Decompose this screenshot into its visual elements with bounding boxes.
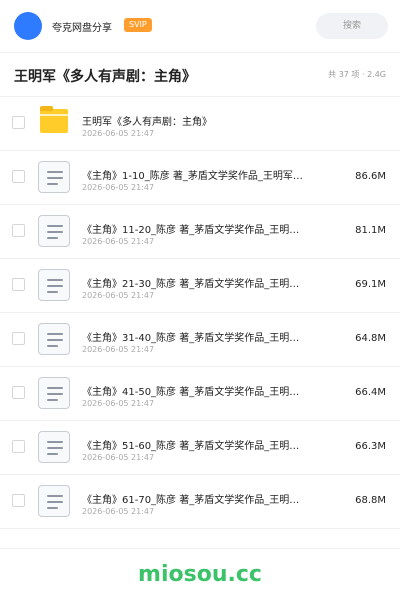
watermark: miosou.cc [138,562,262,587]
top-bar: 夸克网盘分享 SVIP 搜索 [0,0,400,52]
file-name[interactable]: 《主角》51-60_陈彦 著_茅盾文学奖作品_王明… [82,437,328,452]
file-date: 2026-06-05 21:47 [82,345,155,354]
file-size: 81.1M [355,225,386,236]
file-date: 2026-06-05 21:47 [82,453,155,462]
file-row[interactable]: 《主角》11-20_陈彦 著_茅盾文学奖作品_王明… 2026-06-05 21:… [0,205,400,259]
page-title: 王明军《多人有声剧：主角》 [14,69,196,85]
header-divider [0,52,400,53]
svip-badge: SVIP [124,18,152,32]
row-checkbox[interactable] [12,116,25,129]
document-icon [38,323,70,355]
share-owner-name: 夸克网盘分享 [52,23,112,34]
file-date: 2026-06-05 21:47 [82,507,155,516]
file-name[interactable]: 《主角》11-20_陈彦 著_茅盾文学奖作品_王明… [82,221,328,236]
file-size: 86.6M [355,171,386,182]
row-checkbox[interactable] [12,170,25,183]
item-count-meta: 共 37 项 · 2.4G [328,70,386,79]
document-icon [38,431,70,463]
file-size: 66.4M [355,387,386,398]
footer-divider [0,548,400,549]
file-list: 王明军《多人有声剧：主角》 2026-06-05 21:47 《主角》1-10_陈彦… [0,97,400,529]
file-date: 2026-06-05 21:47 [82,183,155,192]
row-checkbox[interactable] [12,224,25,237]
document-icon [38,377,70,409]
file-size: 66.3M [355,441,386,452]
file-row[interactable]: 《主角》61-70_陈彦 著_茅盾文学奖作品_王明… 2026-06-05 21:… [0,475,400,529]
file-date: 2026-06-05 21:47 [82,399,155,408]
row-checkbox[interactable] [12,440,25,453]
file-row[interactable]: 《主角》51-60_陈彦 著_茅盾文学奖作品_王明… 2026-06-05 21:… [0,421,400,475]
file-name[interactable]: 《主角》61-70_陈彦 著_茅盾文学奖作品_王明… [82,491,328,506]
file-name[interactable]: 《主角》31-40_陈彦 著_茅盾文学奖作品_王明… [82,329,328,344]
folder-icon [38,106,70,139]
file-row[interactable]: 《主角》41-50_陈彦 著_茅盾文学奖作品_王明… 2026-06-05 21:… [0,367,400,421]
file-name[interactable]: 《主角》1-10_陈彦 著_茅盾文学奖作品_王明军… [82,167,328,182]
document-icon [38,485,70,517]
file-row[interactable]: 王明军《多人有声剧：主角》 2026-06-05 21:47 [0,97,400,151]
row-checkbox[interactable] [12,386,25,399]
file-size: 64.8M [355,333,386,344]
row-checkbox[interactable] [12,278,25,291]
document-icon [38,269,70,301]
avatar[interactable] [14,12,42,40]
file-date: 2026-06-05 21:47 [82,291,155,300]
file-row[interactable]: 《主角》21-30_陈彦 著_茅盾文学奖作品_王明… 2026-06-05 21:… [0,259,400,313]
document-icon [38,215,70,247]
file-row[interactable]: 《主角》31-40_陈彦 著_茅盾文学奖作品_王明… 2026-06-05 21:… [0,313,400,367]
file-date: 2026-06-05 21:47 [82,129,155,138]
row-checkbox[interactable] [12,332,25,345]
file-row[interactable]: 《主角》1-10_陈彦 著_茅盾文学奖作品_王明军… 2026-06-05 21:… [0,151,400,205]
file-name[interactable]: 《主角》41-50_陈彦 著_茅盾文学奖作品_王明… [82,383,328,398]
file-size: 68.8M [355,495,386,506]
row-checkbox[interactable] [12,494,25,507]
file-size: 69.1M [355,279,386,290]
file-name[interactable]: 王明军《多人有声剧：主角》 [82,113,328,128]
search-input[interactable]: 搜索 [316,13,388,39]
document-icon [38,161,70,193]
file-date: 2026-06-05 21:47 [82,237,155,246]
file-name[interactable]: 《主角》21-30_陈彦 著_茅盾文学奖作品_王明… [82,275,328,290]
